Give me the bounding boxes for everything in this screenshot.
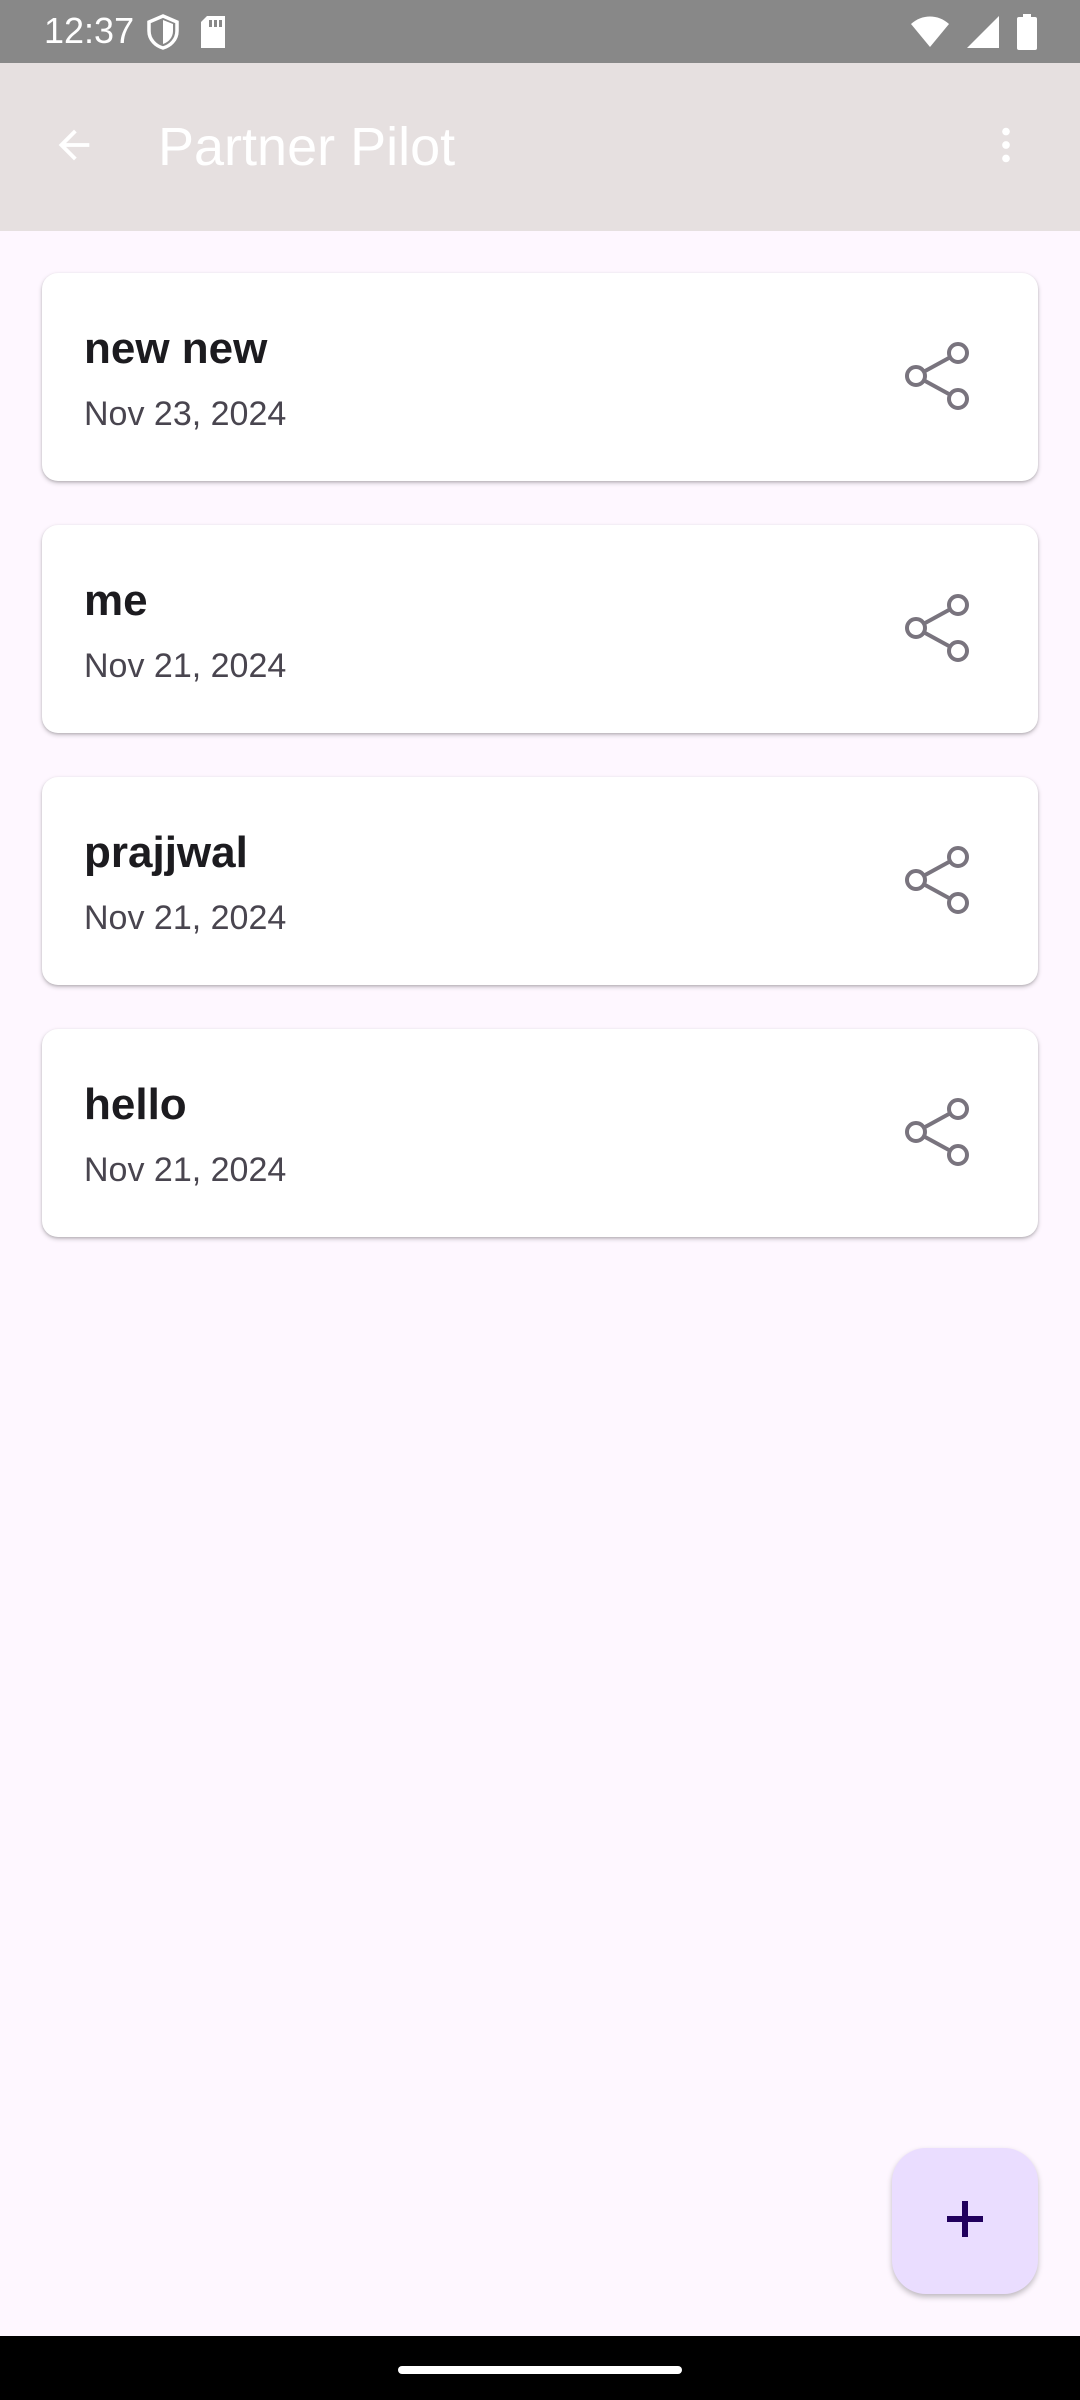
item-title: me: [84, 576, 148, 625]
status-left-icons: [146, 14, 228, 55]
sd-card-icon: [198, 14, 228, 55]
app-bar: Partner Pilot: [0, 63, 1080, 231]
status-bar: 12:37: [0, 0, 1080, 63]
list-item[interactable]: me Nov 21, 2024: [42, 525, 1038, 733]
item-date: Nov 21, 2024: [84, 1151, 287, 1189]
navigation-bar: [0, 2336, 1080, 2400]
back-button[interactable]: [40, 113, 108, 181]
item-date: Nov 21, 2024: [84, 899, 287, 937]
more-options-button[interactable]: [972, 113, 1040, 181]
share-button[interactable]: [898, 843, 976, 921]
more-vert-icon: [983, 122, 1029, 173]
cell-signal-icon: [966, 15, 1000, 54]
home-indicator[interactable]: [398, 2366, 682, 2374]
share-icon: [902, 845, 972, 920]
share-button[interactable]: [898, 339, 976, 417]
item-date: Nov 23, 2024: [84, 395, 287, 433]
item-list: new new Nov 23, 2024 me Nov 21, 2024 pra…: [42, 273, 1038, 1281]
shield-icon: [146, 14, 180, 55]
list-item[interactable]: new new Nov 23, 2024: [42, 273, 1038, 481]
item-date: Nov 21, 2024: [84, 647, 287, 685]
add-item-fab[interactable]: [892, 2148, 1038, 2294]
share-icon: [902, 593, 972, 668]
item-title: new new: [84, 324, 268, 373]
battery-icon: [1016, 14, 1038, 55]
page-title: Partner Pilot: [158, 117, 456, 177]
wifi-icon: [910, 15, 950, 54]
list-item[interactable]: prajjwal Nov 21, 2024: [42, 777, 1038, 985]
status-right-icons: [910, 14, 1038, 55]
share-button[interactable]: [898, 1095, 976, 1173]
list-item[interactable]: hello Nov 21, 2024: [42, 1029, 1038, 1237]
share-icon: [902, 341, 972, 416]
item-title: hello: [84, 1080, 187, 1129]
status-time: 12:37: [44, 10, 135, 51]
share-button[interactable]: [898, 591, 976, 669]
plus-icon: [945, 2199, 985, 2244]
share-icon: [902, 1097, 972, 1172]
item-title: prajjwal: [84, 828, 248, 877]
arrow-back-icon: [51, 122, 97, 173]
